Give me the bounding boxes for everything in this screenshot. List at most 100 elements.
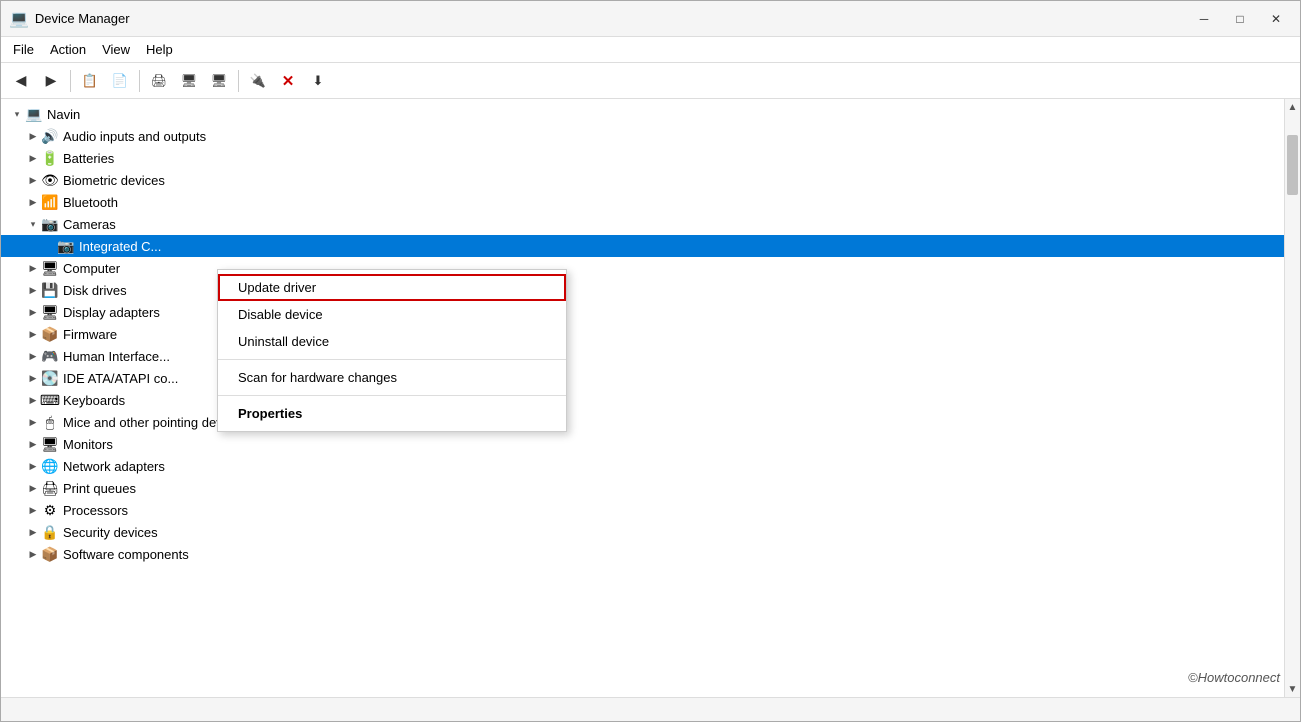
processors-icon: ⚙ [41, 501, 59, 519]
cameras-expand-icon[interactable]: ▾ [25, 216, 41, 232]
processors-expand-icon[interactable]: ▶ [25, 502, 41, 518]
tree-item-mice[interactable]: ▶ 🖱 Mice and other pointing devices [1, 411, 1284, 433]
network-label: Network adapters [63, 459, 165, 474]
menu-bar: File Action View Help [1, 37, 1300, 63]
tree-item-processors[interactable]: ▶ ⚙ Processors [1, 499, 1284, 521]
integrated-camera-icon: 📷 [57, 237, 75, 255]
ctx-uninstall-device[interactable]: Uninstall device [218, 328, 566, 355]
ctx-separator-1 [218, 359, 566, 360]
biometric-label: Biometric devices [63, 173, 165, 188]
disk-expand-icon[interactable]: ▶ [25, 282, 41, 298]
firmware-expand-icon[interactable]: ▶ [25, 326, 41, 342]
menu-view[interactable]: View [94, 40, 138, 59]
display2-toolbar-button[interactable]: 🖥 [205, 67, 233, 95]
device-manager-window: 💻 Device Manager ─ □ ✕ File Action View … [0, 0, 1301, 722]
ctx-update-driver[interactable]: Update driver [218, 274, 566, 301]
tree-item-ide[interactable]: ▶ 💽 IDE ATA/ATAPI co... [1, 367, 1284, 389]
tree-item-display[interactable]: ▶ 🖥 Display adapters [1, 301, 1284, 323]
toolbar: ◀ ▶ 📋 📄 🖨 🖥 🖥 🔌 ✕ ⬇ [1, 63, 1300, 99]
monitors-label: Monitors [63, 437, 113, 452]
mice-expand-icon[interactable]: ▶ [25, 414, 41, 430]
batteries-expand-icon[interactable]: ▶ [25, 150, 41, 166]
tree-item-bluetooth[interactable]: ▶ 📶 Bluetooth [1, 191, 1284, 213]
tree-item-batteries[interactable]: ▶ 🔋 Batteries [1, 147, 1284, 169]
computer-expand-icon[interactable]: ▶ [25, 260, 41, 276]
ctx-separator-2 [218, 395, 566, 396]
tree-item-integrated[interactable]: 📷 Integrated C... [1, 235, 1284, 257]
firmware-label: Firmware [63, 327, 117, 342]
print-label: Print queues [63, 481, 136, 496]
security-icon: 🔒 [41, 523, 59, 541]
bluetooth-icon: 📶 [41, 193, 59, 211]
update-driver-toolbar-button[interactable]: 📄 [106, 67, 134, 95]
computer-label: Computer [63, 261, 120, 276]
tree-item-software[interactable]: ▶ 📦 Software components [1, 543, 1284, 565]
tree-item-keyboards[interactable]: ▶ ⌨ Keyboards [1, 389, 1284, 411]
human-icon: 🎮 [41, 347, 59, 365]
ctx-scan-changes[interactable]: Scan for hardware changes [218, 364, 566, 391]
tree-item-human[interactable]: ▶ 🎮 Human Interface... [1, 345, 1284, 367]
tree-root[interactable]: ▾ 💻 Navin [1, 103, 1284, 125]
tree-item-biometric[interactable]: ▶ 👁 Biometric devices [1, 169, 1284, 191]
status-bar [1, 697, 1300, 721]
watermark: ©Howtoconnect [1188, 670, 1280, 685]
ide-expand-icon[interactable]: ▶ [25, 370, 41, 386]
ctx-disable-device[interactable]: Disable device [218, 301, 566, 328]
tree-item-network[interactable]: ▶ 🌐 Network adapters [1, 455, 1284, 477]
toolbar-separator-1 [70, 70, 71, 92]
monitors-expand-icon[interactable]: ▶ [25, 436, 41, 452]
batteries-label: Batteries [63, 151, 114, 166]
menu-help[interactable]: Help [138, 40, 181, 59]
display-expand-icon[interactable]: ▶ [25, 304, 41, 320]
network-expand-icon[interactable]: ▶ [25, 458, 41, 474]
tree-item-firmware[interactable]: ▶ 📦 Firmware [1, 323, 1284, 345]
tree-item-print[interactable]: ▶ 🖨 Print queues [1, 477, 1284, 499]
scan-toolbar-button[interactable]: 🖨 [145, 67, 173, 95]
scrollbar-down[interactable]: ▼ [1285, 681, 1300, 697]
app-icon: 💻 [9, 9, 29, 29]
bluetooth-expand-icon[interactable]: ▶ [25, 194, 41, 210]
display-label: Display adapters [63, 305, 160, 320]
scrollbar[interactable]: ▲ ▼ [1284, 99, 1300, 697]
keyboards-expand-icon[interactable]: ▶ [25, 392, 41, 408]
properties-toolbar-button[interactable]: 📋 [76, 67, 104, 95]
security-expand-icon[interactable]: ▶ [25, 524, 41, 540]
menu-file[interactable]: File [5, 40, 42, 59]
close-button[interactable]: ✕ [1260, 7, 1292, 31]
human-expand-icon[interactable]: ▶ [25, 348, 41, 364]
back-button[interactable]: ◀ [7, 67, 35, 95]
tree-item-disk[interactable]: ▶ 💾 Disk drives [1, 279, 1284, 301]
delete-toolbar-button[interactable]: ✕ [274, 67, 302, 95]
root-icon: 💻 [25, 105, 43, 123]
maximize-button[interactable]: □ [1224, 7, 1256, 31]
tree-item-security[interactable]: ▶ 🔒 Security devices [1, 521, 1284, 543]
toolbar-separator-3 [238, 70, 239, 92]
menu-action[interactable]: Action [42, 40, 94, 59]
title-bar: 💻 Device Manager ─ □ ✕ [1, 1, 1300, 37]
tree-item-audio[interactable]: ▶ 🔊 Audio inputs and outputs [1, 125, 1284, 147]
scrollbar-track [1285, 115, 1300, 681]
remove-toolbar-button[interactable]: 🔌 [244, 67, 272, 95]
main-content: ▾ 💻 Navin ▶ 🔊 Audio inputs and outputs ▶… [1, 99, 1300, 697]
scrollbar-up[interactable]: ▲ [1285, 99, 1300, 115]
root-expand-icon[interactable]: ▾ [9, 106, 25, 122]
tree-item-cameras[interactable]: ▾ 📷 Cameras [1, 213, 1284, 235]
context-menu: Update driver Disable device Uninstall d… [217, 269, 567, 432]
forward-button[interactable]: ▶ [37, 67, 65, 95]
scrollbar-thumb[interactable] [1287, 135, 1298, 195]
audio-expand-icon[interactable]: ▶ [25, 128, 41, 144]
toolbar-separator-2 [139, 70, 140, 92]
keyboards-label: Keyboards [63, 393, 125, 408]
print-expand-icon[interactable]: ▶ [25, 480, 41, 496]
software-icon: 📦 [41, 545, 59, 563]
download-toolbar-button[interactable]: ⬇ [304, 67, 332, 95]
software-expand-icon[interactable]: ▶ [25, 546, 41, 562]
ctx-properties[interactable]: Properties [218, 400, 566, 427]
tree-item-monitors[interactable]: ▶ 🖥 Monitors [1, 433, 1284, 455]
biometric-expand-icon[interactable]: ▶ [25, 172, 41, 188]
tree-item-computer[interactable]: ▶ 🖥 Computer [1, 257, 1284, 279]
display-toolbar-button[interactable]: 🖥 [175, 67, 203, 95]
device-tree[interactable]: ▾ 💻 Navin ▶ 🔊 Audio inputs and outputs ▶… [1, 99, 1284, 697]
minimize-button[interactable]: ─ [1188, 7, 1220, 31]
print-icon: 🖨 [41, 479, 59, 497]
